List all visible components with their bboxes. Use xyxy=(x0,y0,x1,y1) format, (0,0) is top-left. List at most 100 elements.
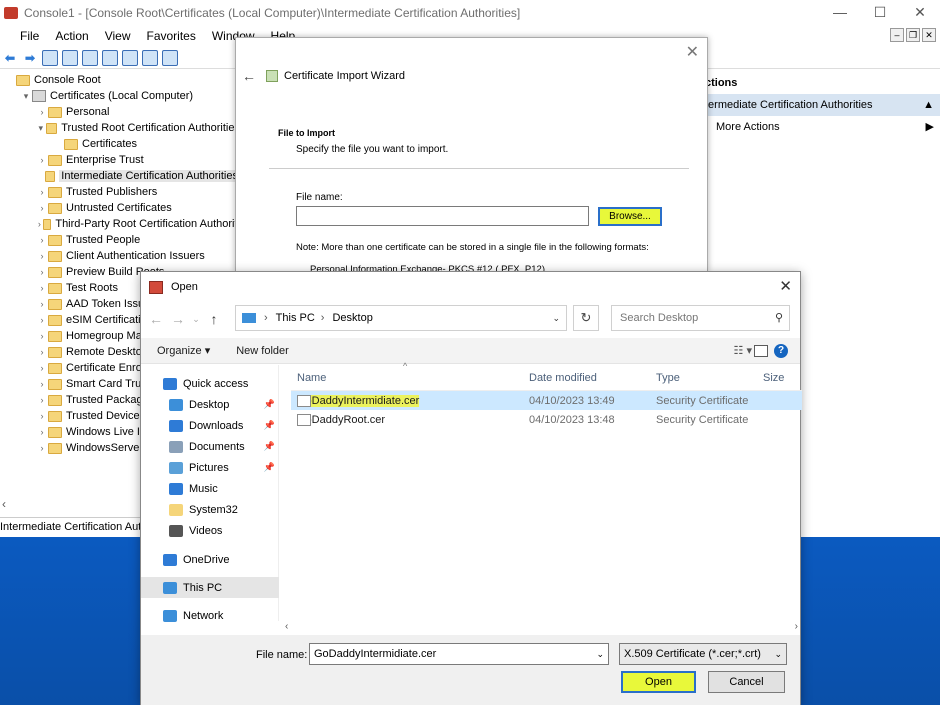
tree-node[interactable]: ▾ Trusted Root Certification Authorities xyxy=(0,120,240,136)
scroll-right-icon[interactable]: › xyxy=(795,621,798,632)
menu-file[interactable]: File xyxy=(20,29,39,43)
up-icon[interactable]: ↑ xyxy=(203,311,225,327)
tree-node[interactable]: › Enterprise Trust xyxy=(0,152,240,168)
cancel-button[interactable]: Cancel xyxy=(708,671,785,693)
open-close-icon[interactable]: ✕ xyxy=(779,277,792,295)
chevron-down-icon[interactable]: ▾ xyxy=(20,91,32,102)
tree-node[interactable]: › Trusted Publishers xyxy=(0,184,240,200)
tree-node[interactable]: Certificates xyxy=(0,136,240,152)
wizard-file-input[interactable] xyxy=(296,206,589,226)
new-folder-button[interactable]: New folder xyxy=(236,345,289,357)
refresh-button[interactable]: ↻ xyxy=(573,305,599,331)
chevron-right-icon[interactable]: › xyxy=(36,411,48,421)
mdi-minimize-icon[interactable]: – xyxy=(890,28,904,42)
chevron-right-icon[interactable]: › xyxy=(36,443,48,453)
nav-item[interactable]: Desktop 📌 xyxy=(141,394,279,415)
chevron-right-icon[interactable]: › xyxy=(36,315,48,325)
chevron-right-icon[interactable]: › xyxy=(36,395,48,405)
wizard-close-icon[interactable]: ✕ xyxy=(686,42,699,62)
export-list-icon[interactable] xyxy=(122,49,138,66)
tree-node[interactable]: › Personal xyxy=(0,104,240,120)
mdi-restore-icon[interactable]: ❐ xyxy=(906,28,920,42)
forward-icon[interactable]: → xyxy=(167,311,189,327)
nav-item[interactable]: Network xyxy=(141,605,279,626)
breadcrumb-desktop[interactable]: Desktop xyxy=(332,312,372,324)
tree-node[interactable]: Intermediate Certification Authorities xyxy=(0,168,240,184)
chevron-right-icon[interactable]: › xyxy=(36,155,48,165)
scroll-left-icon[interactable]: ‹ xyxy=(285,621,288,632)
help-icon[interactable] xyxy=(142,49,158,66)
up-folder-icon[interactable] xyxy=(42,49,58,66)
browse-button[interactable]: Browse... xyxy=(598,207,662,226)
breadcrumb-this-pc[interactable]: This PC xyxy=(276,312,315,324)
breadcrumb-sep-icon[interactable]: › xyxy=(264,312,268,324)
chevron-right-icon[interactable]: › xyxy=(36,251,48,261)
chevron-right-icon[interactable]: › xyxy=(36,187,48,197)
chevron-right-icon[interactable]: › xyxy=(36,331,48,341)
breadcrumb-sep-icon[interactable]: › xyxy=(321,312,325,324)
chevron-right-icon[interactable]: › xyxy=(36,107,48,117)
column-name[interactable]: Name xyxy=(297,372,326,384)
chevron-right-icon[interactable]: › xyxy=(36,235,48,245)
tree-node[interactable]: Console Root xyxy=(0,72,240,88)
nav-item[interactable]: This PC xyxy=(141,577,279,598)
collapse-icon[interactable]: ▲ xyxy=(923,94,934,116)
back-arrow-icon[interactable]: ⬅ xyxy=(2,50,18,66)
chevron-down-icon[interactable]: ▾ xyxy=(36,123,46,134)
filetype-dropdown-icon[interactable]: ⌄ xyxy=(774,644,782,664)
file-list-hscroll[interactable]: ‹ › xyxy=(281,621,802,635)
wizard-back-icon[interactable]: ← xyxy=(242,68,256,84)
address-dropdown-icon[interactable]: ⌄ xyxy=(552,313,560,324)
show-hide-action-pane-icon[interactable] xyxy=(162,49,178,66)
close-button[interactable]: ✕ xyxy=(900,0,940,26)
chevron-right-icon[interactable]: › xyxy=(36,283,48,293)
search-input[interactable]: Search Desktop ⚲ xyxy=(611,305,790,331)
nav-item[interactable]: Quick access xyxy=(141,373,279,394)
address-bar[interactable]: › This PC › Desktop ⌄ xyxy=(235,305,567,331)
tree-node[interactable]: ▾ Certificates (Local Computer) xyxy=(0,88,240,104)
maximize-button[interactable]: ☐ xyxy=(860,0,900,26)
tree-node[interactable]: › Third-Party Root Certification Authorit… xyxy=(0,216,240,232)
preview-pane-icon[interactable] xyxy=(754,344,768,357)
forward-arrow-icon[interactable]: ➡ xyxy=(22,50,38,66)
nav-item[interactable]: Downloads 📌 xyxy=(141,415,279,436)
chevron-right-icon[interactable]: › xyxy=(36,347,48,357)
show-hide-tree-icon[interactable] xyxy=(62,49,78,66)
nav-item[interactable]: System32 xyxy=(141,499,279,520)
nav-item[interactable]: Pictures 📌 xyxy=(141,457,279,478)
column-date-modified[interactable]: Date modified xyxy=(529,372,597,384)
column-type[interactable]: Type xyxy=(656,372,680,384)
more-actions[interactable]: More Actions ▶ xyxy=(701,116,940,138)
menu-favorites[interactable]: Favorites xyxy=(147,29,196,43)
file-row[interactable]: GoDaddyRoot.cer 04/10/2023 13:48 Security … xyxy=(291,410,802,429)
change-view-icon[interactable]: ☷ ▾ xyxy=(734,344,752,357)
back-icon[interactable]: ← xyxy=(145,311,167,327)
filename-input[interactable]: GoDaddyIntermidiate.cer ⌄ xyxy=(309,643,609,665)
menu-view[interactable]: View xyxy=(105,29,131,43)
chevron-right-icon[interactable]: › xyxy=(36,203,48,213)
open-button[interactable]: Open xyxy=(621,671,696,693)
menu-action[interactable]: Action xyxy=(55,29,88,43)
tree-node[interactable]: › Client Authentication Issuers xyxy=(0,248,240,264)
tree-node[interactable]: › Trusted People xyxy=(0,232,240,248)
file-row[interactable]: GoDaddyIntermidiate.cer 04/10/2023 13:49 S… xyxy=(291,391,802,410)
tree-node[interactable]: › Untrusted Certificates xyxy=(0,200,240,216)
recent-dropdown-icon[interactable]: ⌄ xyxy=(189,314,203,325)
properties-icon[interactable] xyxy=(82,49,98,66)
mdi-close-icon[interactable]: ✕ xyxy=(922,28,936,42)
refresh-icon[interactable] xyxy=(102,49,118,66)
filetype-select[interactable]: X.509 Certificate (*.cer;*.crt) ⌄ xyxy=(619,643,787,665)
minimize-button[interactable]: — xyxy=(820,0,860,26)
filename-dropdown-icon[interactable]: ⌄ xyxy=(596,644,604,664)
nav-item[interactable]: OneDrive xyxy=(141,549,279,570)
chevron-right-icon[interactable]: › xyxy=(36,363,48,373)
chevron-right-icon[interactable]: › xyxy=(36,427,48,437)
nav-item[interactable]: Music xyxy=(141,478,279,499)
nav-item[interactable]: Videos xyxy=(141,520,279,541)
chevron-right-icon[interactable]: › xyxy=(36,379,48,389)
column-size[interactable]: Size xyxy=(763,372,784,384)
chevron-right-icon[interactable]: › xyxy=(36,267,48,277)
nav-item[interactable]: Documents 📌 xyxy=(141,436,279,457)
chevron-right-icon[interactable]: › xyxy=(36,219,43,229)
actions-section[interactable]: termediate Certification Authorities ▲ xyxy=(701,94,940,116)
